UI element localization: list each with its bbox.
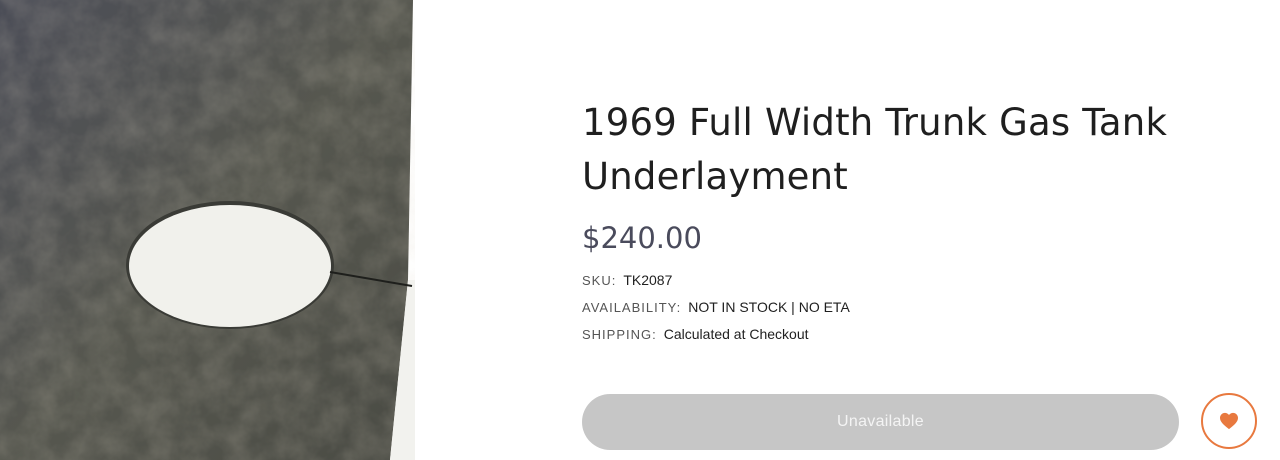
product-page: 1969 Full Width Trunk Gas Tank Underlaym… (0, 0, 1280, 460)
availability-label: AVAILABILITY: (582, 300, 682, 315)
product-title: 1969 Full Width Trunk Gas Tank Underlaym… (582, 101, 1168, 198)
wishlist-button[interactable] (1201, 393, 1257, 449)
availability-value: NOT IN STOCK | NO ETA (688, 299, 850, 315)
shipping-label: SHIPPING: (582, 327, 657, 342)
unavailable-button[interactable]: Unavailable (582, 394, 1179, 450)
product-meta: SKU: TK2087 AVAILABILITY: NOT IN STOCK |… (582, 272, 1242, 353)
sku-value: TK2087 (623, 272, 673, 288)
sku-label: SKU: (582, 273, 617, 288)
heart-icon (1220, 412, 1238, 430)
product-details: 1969 Full Width Trunk Gas Tank Underlaym… (582, 96, 1242, 353)
shipping-value: Calculated at Checkout (663, 326, 809, 342)
product-price: $240.00 (582, 221, 702, 255)
meta-row-sku: SKU: TK2087 (582, 272, 1242, 299)
underlayment-photo (0, 0, 415, 460)
product-image[interactable] (0, 0, 415, 460)
meta-row-availability: AVAILABILITY: NOT IN STOCK | NO ETA (582, 299, 1242, 326)
meta-row-shipping: SHIPPING: Calculated at Checkout (582, 326, 1242, 353)
